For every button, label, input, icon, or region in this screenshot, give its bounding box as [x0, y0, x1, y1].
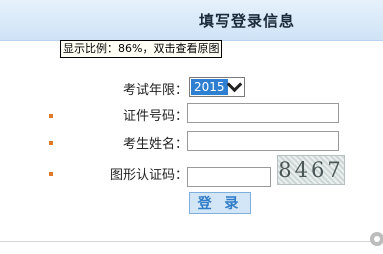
required-bullet-icon	[49, 141, 53, 145]
required-bullet-icon	[49, 172, 53, 176]
captcha-label: 图形认证码：	[110, 168, 189, 183]
required-bullet-icon	[49, 114, 53, 118]
panel-title: 填写登录信息	[199, 12, 296, 30]
exam-year-value: 2015	[191, 79, 228, 95]
scroll-handle-icon[interactable]	[370, 232, 383, 246]
panel-header: 填写登录信息	[0, 0, 383, 41]
captcha-image[interactable]: 8467	[277, 155, 345, 185]
image-scale-tooltip[interactable]: 显示比例：86%，双击查看原图	[60, 40, 223, 58]
candidate-name-input[interactable]	[187, 131, 339, 151]
login-button[interactable]: 登 录	[189, 192, 251, 214]
id-number-label: 证件号码：	[123, 109, 189, 124]
chevron-down-icon	[226, 76, 243, 93]
candidate-name-label: 考生姓名：	[123, 137, 189, 152]
exam-year-label: 考试年限：	[123, 83, 189, 98]
exam-year-select[interactable]: 2015	[189, 76, 245, 97]
id-number-input[interactable]	[187, 103, 339, 123]
divider	[0, 241, 383, 242]
login-panel: 填写登录信息 显示比例：86%，双击查看原图 考试年限： 2015 证件号码： …	[0, 0, 383, 254]
captcha-input[interactable]	[187, 167, 271, 187]
